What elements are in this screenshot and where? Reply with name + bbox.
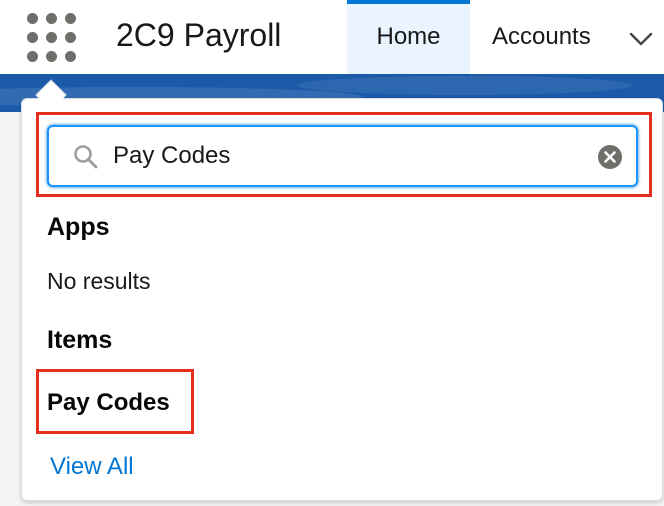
view-all-link[interactable]: View All <box>50 452 134 482</box>
app-title: 2C9 Payroll <box>116 17 282 53</box>
tab-home[interactable]: Home <box>347 0 470 74</box>
search-icon <box>74 145 98 169</box>
launcher-dot <box>27 32 38 43</box>
launcher-dot <box>46 51 57 62</box>
launcher-dot <box>65 13 76 24</box>
result-item-pay-codes[interactable]: Pay Codes <box>47 388 170 418</box>
apps-heading: Apps <box>47 213 110 241</box>
launcher-dot <box>27 51 38 62</box>
search-value[interactable]: Pay Codes <box>113 141 230 171</box>
chevron-down-icon[interactable] <box>626 24 656 54</box>
launcher-dot <box>27 13 38 24</box>
launcher-dot <box>65 51 76 62</box>
items-heading: Items <box>47 326 113 354</box>
search-input[interactable]: Pay Codes <box>47 125 638 187</box>
tab-accounts[interactable]: Accounts <box>492 0 591 74</box>
launcher-dot <box>46 13 57 24</box>
app-launcher-icon[interactable] <box>27 13 76 62</box>
apps-no-results: No results <box>47 268 151 294</box>
clear-icon[interactable] <box>597 144 623 170</box>
launcher-dot <box>46 32 57 43</box>
launcher-dot <box>65 32 76 43</box>
global-header: 2C9 Payroll Home Accounts <box>0 0 664 74</box>
